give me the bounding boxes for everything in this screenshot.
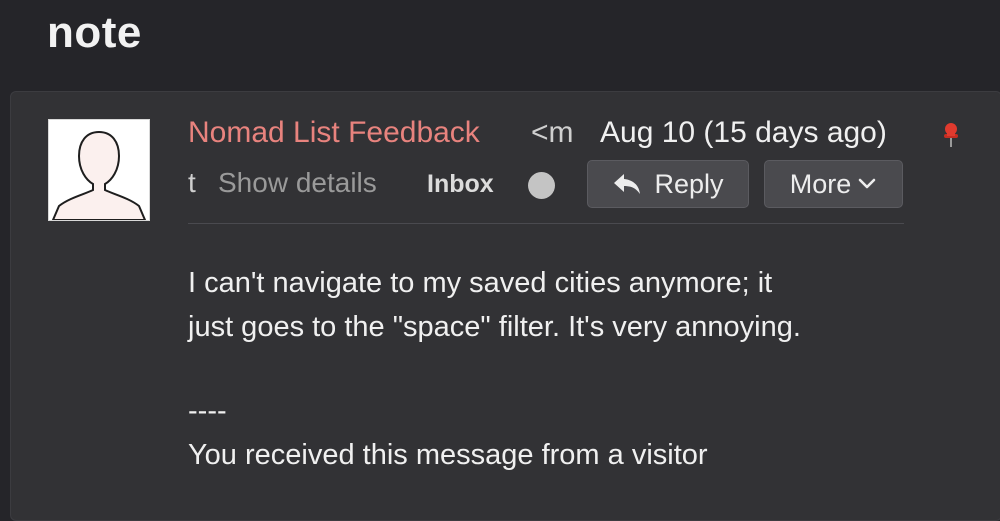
status-dot-icon[interactable] (528, 172, 555, 199)
show-details-link[interactable]: Show details (218, 167, 377, 199)
header-divider (188, 223, 904, 224)
reply-arrow-icon (614, 174, 641, 194)
sender-email: <m (531, 116, 574, 149)
reply-button[interactable]: Reply (587, 160, 749, 208)
chevron-down-icon (858, 178, 876, 189)
message-footer: You received this message from a visitor (188, 439, 708, 471)
person-silhouette-icon (51, 130, 147, 220)
sender-avatar (48, 119, 150, 221)
message-date: Aug 10 (15 days ago) (600, 116, 887, 149)
message-separator: ---- (188, 395, 227, 427)
message-body-line: just goes to the "space" filter. It's ve… (188, 311, 801, 343)
message-body-line: I can't navigate to my saved cities anym… (188, 267, 773, 299)
reply-label: Reply (654, 168, 724, 199)
pushpin-icon[interactable] (938, 120, 964, 150)
page-title: note (47, 8, 142, 57)
more-button[interactable]: More (764, 160, 903, 208)
folder-label[interactable]: Inbox (427, 170, 494, 199)
sender-name[interactable]: Nomad List Feedback (188, 116, 480, 150)
more-label: More (789, 168, 852, 199)
sender-email-end: t (188, 167, 196, 198)
